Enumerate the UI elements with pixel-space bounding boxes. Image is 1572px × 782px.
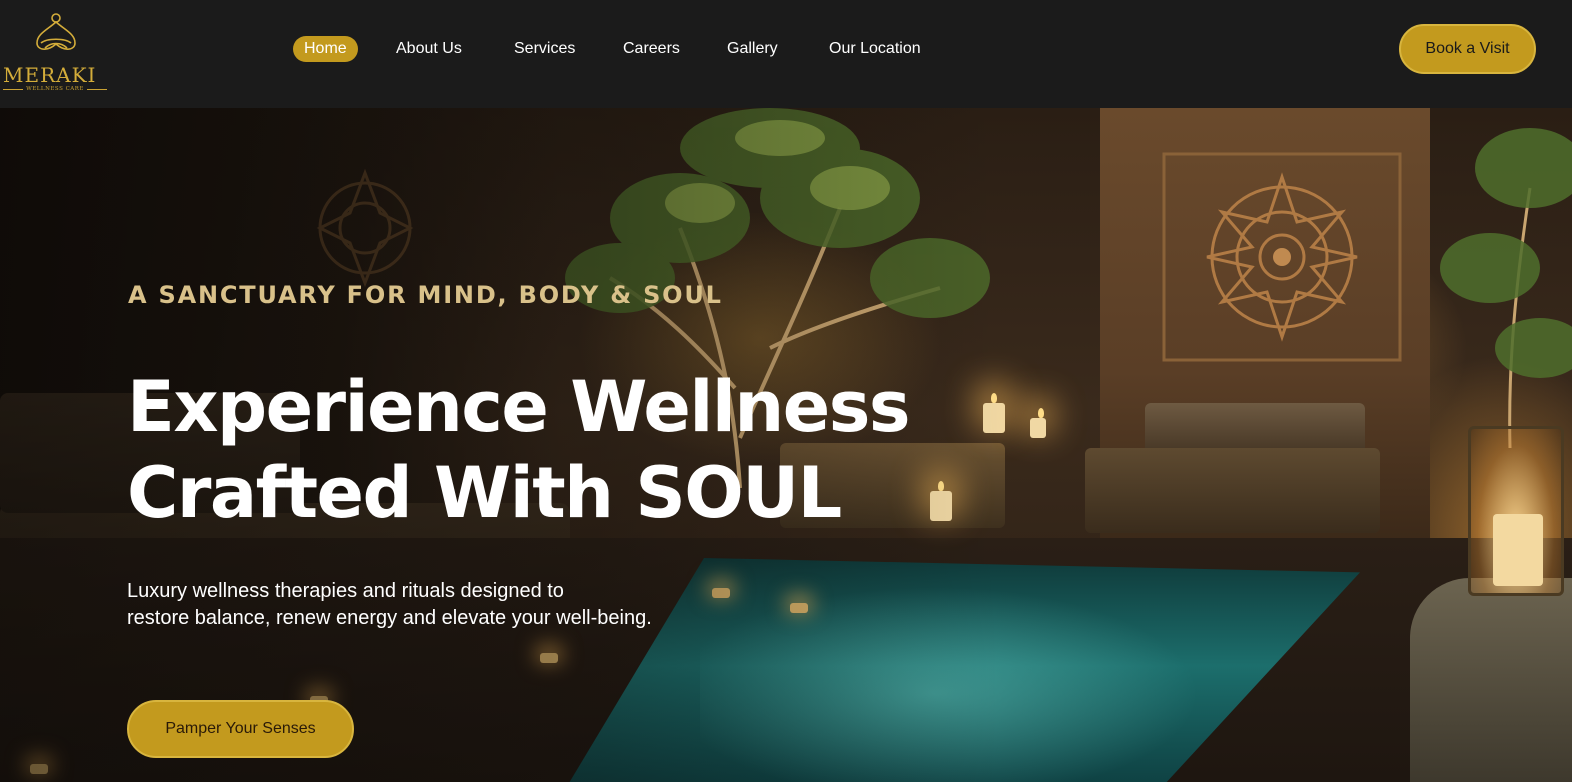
lotus-knot-icon — [36, 13, 76, 50]
nav-item-gallery[interactable]: Gallery — [727, 36, 778, 62]
pamper-your-senses-button[interactable]: Pamper Your Senses — [127, 700, 354, 758]
hero-subtext: Luxury wellness therapies and rituals de… — [127, 578, 827, 632]
hero-headline-line: Crafted With SOUL — [127, 452, 842, 534]
candle-lantern — [1468, 426, 1564, 596]
hero-subtext-line: Luxury wellness therapies and rituals de… — [127, 580, 564, 602]
hero-eyebrow: A SANCTUARY FOR MIND, BODY & SOUL — [128, 281, 723, 309]
candle — [1030, 408, 1046, 438]
nav-item-home[interactable]: Home — [293, 36, 358, 62]
site-header: MERAKI WELLNESS CARE Home About Us Servi… — [0, 0, 1572, 108]
stone-planter — [1410, 578, 1572, 782]
hero-section: A SANCTUARY FOR MIND, BODY & SOUL Experi… — [0, 108, 1572, 782]
brand-logo[interactable]: MERAKI WELLNESS CARE — [0, 8, 112, 92]
hero-headline-line: Experience Wellness — [127, 366, 911, 448]
nav-item-our-location[interactable]: Our Location — [829, 36, 921, 62]
sofa-right — [1085, 403, 1380, 533]
book-a-visit-button[interactable]: Book a Visit — [1399, 24, 1536, 74]
hero-headline: Experience Wellness Crafted With SOUL — [127, 364, 1027, 536]
brand-tagline-row: WELLNESS CARE — [3, 84, 108, 94]
nav-item-careers[interactable]: Careers — [623, 36, 680, 62]
divider — [86, 88, 108, 90]
brand-tagline: WELLNESS CARE — [26, 86, 84, 92]
divider — [3, 88, 24, 90]
hero-subtext-line: restore balance, renew energy and elevat… — [127, 607, 652, 629]
mandala-wall-art — [1162, 152, 1402, 362]
nav-item-services[interactable]: Services — [514, 36, 575, 62]
nav-item-about-us[interactable]: About Us — [396, 36, 462, 62]
plant-illustration — [1440, 128, 1572, 448]
